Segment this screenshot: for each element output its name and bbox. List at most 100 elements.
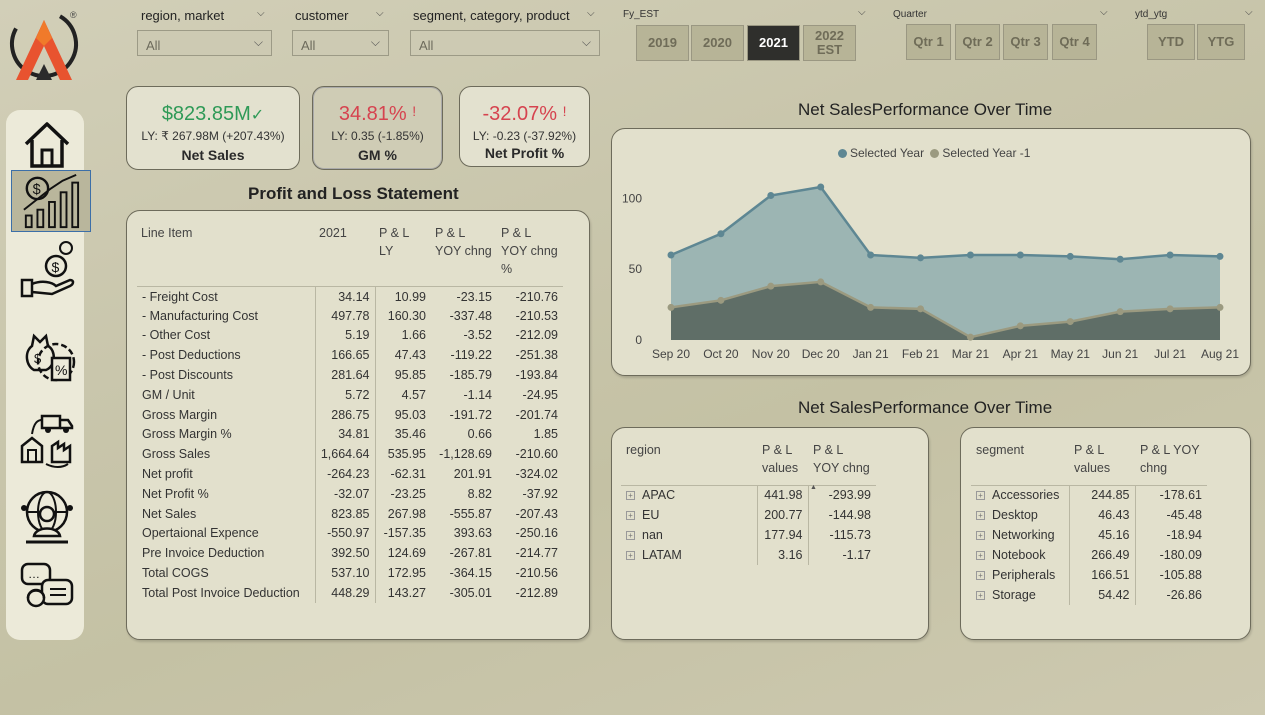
kpi-net-profit-card[interactable]: -32.07% ! LY: -0.23 (-37.92%) Net Profit… [459, 86, 590, 167]
chevron-down-icon[interactable]: ⌵ [1100, 7, 1108, 18]
data-point[interactable] [1116, 255, 1124, 263]
expand-icon[interactable]: + [976, 511, 985, 520]
pl-header-year[interactable]: 2021 [315, 224, 375, 286]
chevron-down-icon[interactable]: ⌵ [587, 8, 595, 19]
pl-header-ly[interactable]: P & L LY [375, 224, 431, 286]
expand-icon[interactable]: + [976, 551, 985, 560]
table-row[interactable]: - Post Deductions 166.65 47.43 -119.22 -251.… [137, 345, 563, 366]
data-point[interactable] [966, 251, 974, 259]
table-row[interactable]: + Desktop 46.43 -45.48 [971, 505, 1207, 525]
data-point[interactable] [667, 303, 675, 311]
table-row[interactable]: + Storage 54.42 -26.86 [971, 585, 1207, 605]
table-row[interactable]: Total Post Invoice Deduction 448.29 143.27… [137, 582, 563, 603]
table-row[interactable]: + Peripherals 166.51 -105.88 [971, 565, 1207, 585]
data-point[interactable] [1166, 305, 1174, 313]
chevron-down-icon[interactable]: ⌵ [1245, 7, 1253, 18]
pl-header-yoy[interactable]: P & L YOY chng [431, 224, 497, 286]
table-row[interactable]: + nan 177.94 -115.73 [621, 525, 876, 545]
global-support-icon[interactable] [18, 488, 76, 546]
customer-dropdown[interactable]: All ⌵ [292, 30, 389, 56]
ytg-button[interactable]: YTG [1197, 24, 1245, 60]
data-point[interactable] [717, 230, 725, 238]
chevron-down-icon[interactable]: ⌵ [858, 7, 866, 18]
table-row[interactable]: + LATAM 3.16 -1.17 [621, 545, 876, 565]
region-header[interactable]: region [621, 441, 757, 485]
fy-2021-button[interactable]: 2021 [747, 25, 800, 61]
table-row[interactable]: + Notebook 266.49 -180.09 [971, 545, 1207, 565]
finance-percent-icon[interactable]: $% [18, 328, 76, 386]
expand-icon[interactable]: + [626, 531, 635, 540]
data-point[interactable] [917, 254, 925, 262]
segment-yoy-header[interactable]: P & L YOY chng [1135, 441, 1207, 485]
table-row[interactable]: + EU 200.77 -144.98 [621, 505, 876, 525]
qtr3-button[interactable]: Qtr 3 [1003, 24, 1048, 60]
data-point[interactable] [667, 251, 675, 259]
data-point[interactable] [1166, 251, 1174, 259]
expand-icon[interactable]: + [626, 511, 635, 520]
expand-icon[interactable]: + [976, 571, 985, 580]
fy-2020-button[interactable]: 2020 [691, 25, 744, 61]
home-icon[interactable] [18, 116, 76, 174]
region-yoy-header[interactable]: P & L YOY chng ▲ [808, 441, 876, 491]
kpi-net-sales-card[interactable]: $823.85M✓ LY: ₹ 267.98M (+207.43%) Net S… [126, 86, 300, 170]
data-point[interactable] [1066, 252, 1074, 260]
expand-icon[interactable]: + [976, 591, 985, 600]
sales-growth-icon[interactable]: $ [11, 170, 91, 232]
table-row[interactable]: Gross Margin % 34.81 35.46 0.66 1.85 [137, 424, 563, 445]
fy-2022-est-button[interactable]: 2022 EST [803, 25, 856, 61]
data-point[interactable] [767, 192, 775, 199]
data-point[interactable] [917, 305, 925, 313]
segment-dropdown[interactable]: All ⌵ [410, 30, 600, 56]
chevron-down-icon[interactable]: ⌵ [376, 8, 384, 19]
supply-chain-icon[interactable] [18, 410, 76, 468]
table-row[interactable]: Total COGS 537.10 172.95 -364.15 -210.56 [137, 563, 563, 583]
table-row[interactable]: Gross Sales 1,664.64 535.95 -1,128.69 -210.6… [137, 444, 563, 465]
kpi-gm-card[interactable]: 34.81% ! LY: 0.35 (-1.85%) GM % [312, 86, 443, 170]
pl-header-yoy-pct[interactable]: P & L YOY chng % [497, 224, 563, 286]
segment-values-header[interactable]: P & L values [1069, 441, 1135, 485]
pl-header-line-item[interactable]: Line Item [137, 224, 315, 286]
table-row[interactable]: Net Sales 823.85 267.98 -555.87 -207.43 [137, 503, 563, 524]
qtr4-button[interactable]: Qtr 4 [1052, 24, 1097, 60]
table-row[interactable]: + Networking 45.16 -18.94 [971, 525, 1207, 545]
region-values-header[interactable]: P & L values [757, 441, 808, 485]
segment-header[interactable]: segment [971, 441, 1069, 485]
table-row[interactable]: - Other Cost 5.19 1.66 -3.52 -212.09 [137, 325, 563, 346]
qtr2-button[interactable]: Qtr 2 [955, 24, 1000, 60]
data-point[interactable] [867, 303, 875, 311]
table-row[interactable]: Opertaional Expence -550.97 -157.35 393.63 -… [137, 523, 563, 544]
table-row[interactable]: - Post Discounts 281.64 95.85 -185.79 -193.8… [137, 365, 563, 385]
table-row[interactable]: Net Profit % -32.07 -23.25 8.82 -37.92 [137, 483, 563, 504]
chat-support-icon[interactable]: … [18, 558, 76, 616]
chevron-down-icon[interactable]: ⌵ [257, 8, 265, 19]
region-market-dropdown[interactable]: All ⌵ [137, 30, 272, 56]
expand-icon[interactable]: + [626, 491, 635, 501]
table-row[interactable]: + APAC 441.98 -293.99 [621, 484, 876, 505]
expand-icon[interactable]: + [976, 531, 985, 540]
hand-money-icon[interactable]: $ [18, 240, 76, 298]
data-point[interactable] [1216, 303, 1224, 311]
table-row[interactable]: - Manufacturing Cost 497.78 160.30 -337.48 -… [137, 305, 563, 326]
data-point[interactable] [1016, 251, 1024, 259]
data-point[interactable] [1116, 308, 1124, 316]
expand-icon[interactable]: + [626, 551, 635, 560]
table-row[interactable]: Gross Margin 286.75 95.03 -191.72 -201.74 [137, 404, 563, 425]
data-point[interactable] [867, 251, 875, 259]
data-point[interactable] [966, 333, 974, 341]
data-point[interactable] [767, 282, 775, 290]
table-row[interactable]: - Freight Cost 34.14 10.99 -23.15 -210.76 [137, 285, 563, 306]
expand-icon[interactable]: + [976, 491, 985, 501]
data-point[interactable] [817, 278, 825, 286]
data-point[interactable] [1016, 322, 1024, 330]
data-point[interactable] [1066, 318, 1074, 326]
qtr1-button[interactable]: Qtr 1 [906, 24, 951, 60]
data-point[interactable] [717, 296, 725, 304]
table-row[interactable]: GM / Unit 5.72 4.57 -1.14 -24.95 [137, 384, 563, 405]
data-point[interactable] [1216, 252, 1224, 260]
table-row[interactable]: + Accessories 244.85 -178.61 [971, 484, 1207, 505]
data-point[interactable] [817, 183, 825, 191]
table-row[interactable]: Pre Invoice Deduction 392.50 124.69 -267.81… [137, 543, 563, 564]
ytd-button[interactable]: YTD [1147, 24, 1195, 60]
table-row[interactable]: Net profit -264.23 -62.31 201.91 -324.02 [137, 464, 563, 484]
fy-2019-button[interactable]: 2019 [636, 25, 689, 61]
